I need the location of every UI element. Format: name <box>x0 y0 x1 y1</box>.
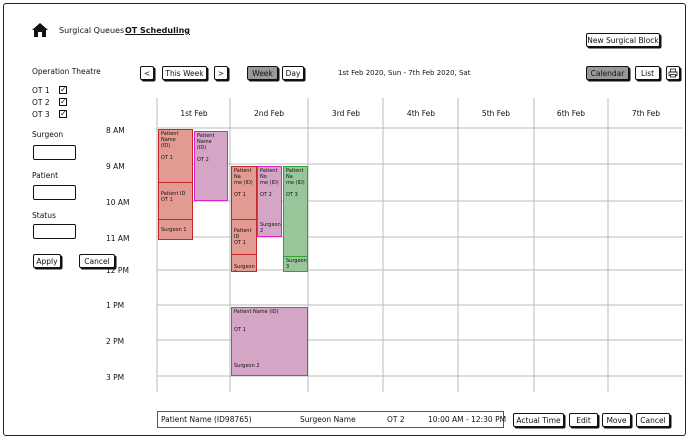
time-label: 11 AM <box>106 234 130 243</box>
event-text: Patient Name <box>197 133 215 145</box>
event-text: me (ID) <box>234 180 253 186</box>
time-label: 3 PM <box>106 373 125 382</box>
day-header: 6th Feb <box>556 109 586 118</box>
detail-patient: Patient Name (ID98765) <box>161 415 252 424</box>
surgery-block[interactable]: Patient Na me (ID) OT 1 Patient ID OT 1 Su… <box>231 166 257 272</box>
event-text: Patient Name <box>161 131 179 143</box>
ot-filter-label: OT 1 <box>32 86 50 95</box>
surgeon-field[interactable] <box>33 145 76 160</box>
app-frame <box>3 3 686 436</box>
event-text: Patient No <box>260 168 278 180</box>
surgery-block[interactable]: Patient Name(ID) OT 2 Surgeon 2 <box>194 131 228 201</box>
day-header: 3rd Feb <box>331 109 361 118</box>
ot1-checkbox[interactable]: ✓ <box>59 86 67 94</box>
event-text <box>197 199 225 200</box>
new-surgical-block-button[interactable]: New Surgical Block <box>586 33 660 47</box>
surgery-block[interactable]: Patient Na me (ID) OT 3 Surgeon 3 <box>283 166 308 272</box>
ot-filter-label: OT 3 <box>32 110 50 119</box>
apply-button[interactable]: Apply <box>33 254 61 268</box>
move-button[interactable]: Move <box>602 413 631 427</box>
patient-label: Patient <box>32 171 59 180</box>
ot2-checkbox[interactable]: ✓ <box>59 98 67 106</box>
event-text: 1 <box>234 270 254 271</box>
home-icon[interactable] <box>31 22 49 38</box>
list-view-button[interactable]: List <box>635 66 660 80</box>
time-label: 10 AM <box>106 198 130 207</box>
week-view-button[interactable]: Week <box>247 66 278 80</box>
event-text: Surgeon 1 <box>161 227 187 233</box>
time-label: 8 AM <box>106 126 125 135</box>
time-label: 12 PM <box>106 266 129 275</box>
surgeon-label: Surgeon <box>32 130 64 139</box>
event-text: Patient Na <box>234 168 252 180</box>
day-header: 4th Feb <box>406 109 436 118</box>
day-header: 7th Feb <box>631 109 661 118</box>
day-header: 2nd Feb <box>254 109 284 118</box>
detail-surgeon: Surgeon Name <box>300 415 356 424</box>
prev-week-button[interactable]: < <box>140 66 154 80</box>
selected-surgery-detail: Patient Name (ID98765) Surgeon Name OT 2… <box>157 411 507 428</box>
event-text: 3 <box>286 264 290 270</box>
day-header: 1st Feb <box>180 109 208 118</box>
next-week-button[interactable]: > <box>214 66 228 80</box>
this-week-button[interactable]: This Week <box>162 66 207 80</box>
operation-theatre-title: Operation Theatre <box>32 67 101 76</box>
cancel-surgery-button[interactable]: Cancel <box>636 413 670 427</box>
time-label: 1 PM <box>106 301 125 310</box>
ot-filter-label: OT 2 <box>32 98 50 107</box>
event-text: Patient Na <box>286 168 304 180</box>
time-label: 2 PM <box>106 337 125 346</box>
status-label: Status <box>32 211 56 220</box>
event-text: 2 <box>260 228 264 234</box>
surgery-block[interactable]: Patient No me (ID) OT 2 Surgeon 2 <box>257 166 282 237</box>
event-text: Patient ID <box>234 228 252 240</box>
date-range: 1st Feb 2020, Sun - 7th Feb 2020, Sat <box>338 69 471 77</box>
print-button[interactable] <box>666 66 680 80</box>
patient-field[interactable] <box>33 185 76 200</box>
day-view-button[interactable]: Day <box>282 66 304 80</box>
day-header: 5th Feb <box>481 109 511 118</box>
nav-ot-scheduling[interactable]: OT Scheduling <box>125 26 190 35</box>
surgery-block[interactable]: Patient Name (ID) OT 1 Surgeon 2 <box>231 307 308 376</box>
event-text: me (ID) <box>260 180 279 186</box>
detail-time: 10:00 AM - 12:30 PM <box>428 415 507 424</box>
ot3-checkbox[interactable]: ✓ <box>59 110 67 118</box>
edit-button[interactable]: Edit <box>569 413 598 427</box>
time-label: 9 AM <box>106 162 125 171</box>
status-field[interactable] <box>33 224 76 239</box>
actual-time-button[interactable]: Actual Time <box>513 413 564 427</box>
printer-icon <box>668 68 678 78</box>
nav-surgical-queues[interactable]: Surgical Queues <box>59 26 124 35</box>
event-text: Surgeon 2 <box>234 363 260 369</box>
surgery-block[interactable]: Patient Name (ID) OT 1 Patient ID OT 1 Sur… <box>158 129 193 240</box>
event-text: me (ID) <box>286 180 305 186</box>
detail-ot: OT 2 <box>387 415 405 424</box>
calendar-view-button[interactable]: Calendar <box>586 66 629 80</box>
